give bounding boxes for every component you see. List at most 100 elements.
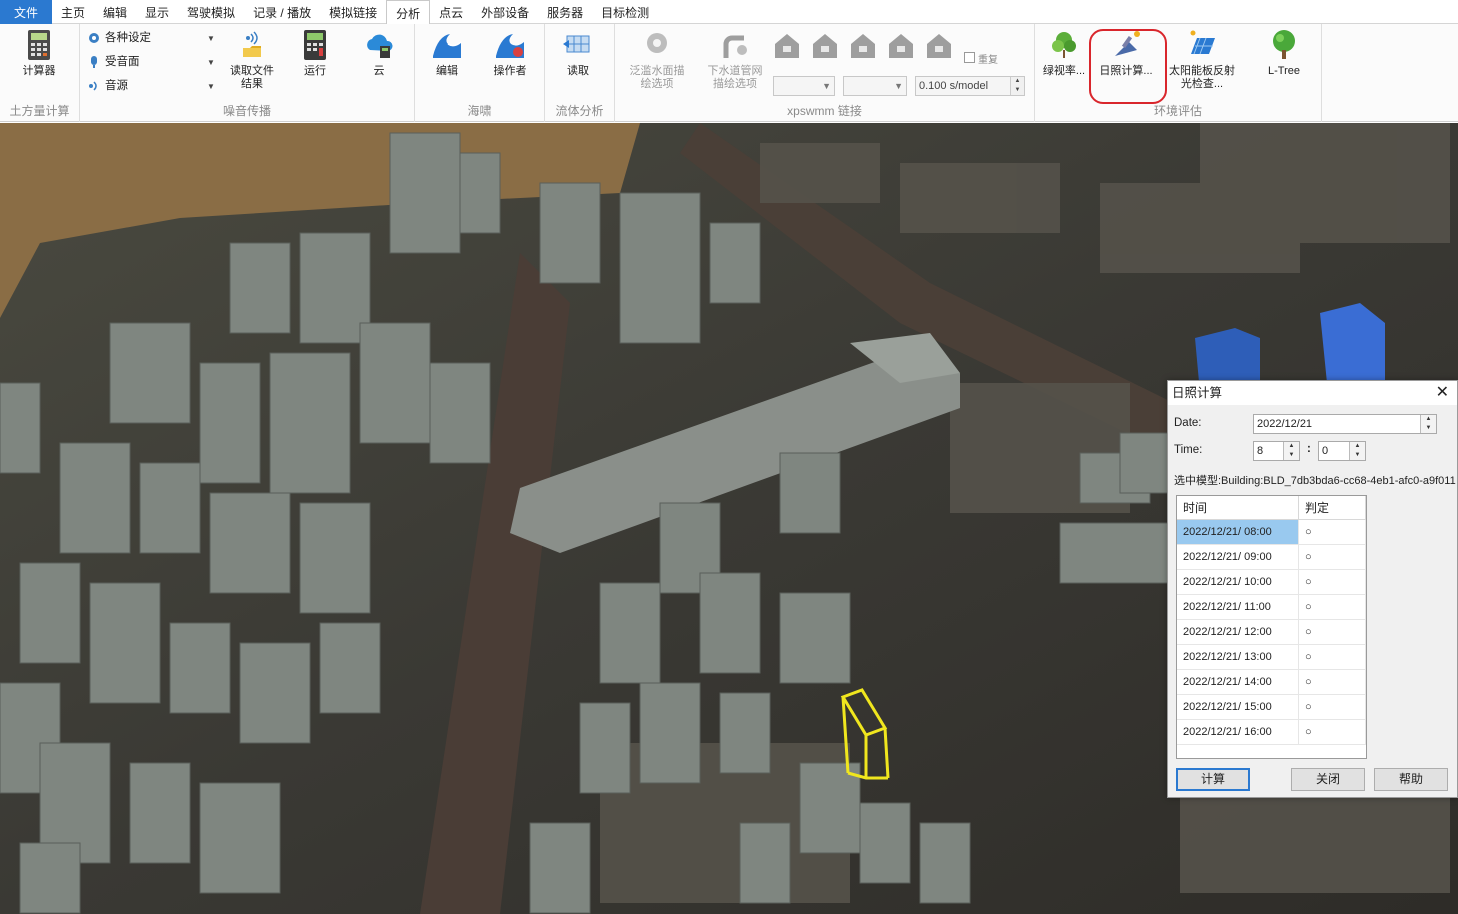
solar-panel-icon [1190,30,1215,55]
noise-source-button[interactable]: 音源 [87,76,128,96]
flood-area-label: 泛滥水面描 绘选项 [629,65,685,90]
menu-tab-detection[interactable]: 目标检测 [592,0,658,24]
cloud-icon [367,34,393,58]
table-row[interactable]: 2022/12/21/ 13:00 ○ [1177,645,1366,670]
speed-input[interactable]: 0.100 s/model ▲ ▼ [915,76,1025,96]
xpswmm-combo-2[interactable]: ▼ [843,76,907,96]
folder-sound-icon [243,31,261,57]
playback-icons [775,34,951,58]
table-row[interactable]: 2022/12/21/ 16:00 ○ [1177,720,1366,745]
time-label: Time: [1174,444,1203,456]
row-time: 2022/12/21/ 15:00 [1177,695,1299,719]
grid-header: 时间 判定 [1177,496,1366,520]
chevron-down-icon: ▼ [822,81,831,91]
selected-model-label: 选中模型:Building:BLD_7db3bda6-cc68-4eb1-afc… [1174,475,1456,487]
read-result-label: 读取文件 结果 [230,65,274,90]
menu-tab-sim-link[interactable]: 模拟链接 [320,0,386,24]
run-button[interactable]: 运行 [286,28,344,88]
hour-value: 8 [1257,445,1264,457]
chevron-down-icon[interactable]: ▼ [207,34,215,43]
menu-tab-pointcloud[interactable]: 点云 [430,0,472,24]
calculator-run-icon [304,30,326,60]
table-row[interactable]: 2022/12/21/ 14:00 ○ [1177,670,1366,695]
green-view-button[interactable]: 绿视率... [1035,28,1093,88]
hour-spinner-icon[interactable]: ▲ ▼ [1283,442,1299,460]
tsunami-edit-button[interactable]: 编辑 [418,28,476,88]
chevron-down-icon: ▼ [894,81,903,91]
date-label: Date: [1174,417,1202,429]
menu-tab-home[interactable]: 主页 [52,0,94,24]
row-result: ○ [1299,695,1366,719]
help-button[interactable]: 帮助 [1374,768,1448,791]
tsunami-operator-label: 操作者 [493,65,527,77]
row-time: 2022/12/21/ 09:00 [1177,545,1299,569]
row-time: 2022/12/21/ 11:00 [1177,595,1299,619]
group-label-fluid: 流体分析 [555,104,604,118]
date-spinner-icon[interactable]: ▲ ▼ [1420,415,1436,433]
repeat-checkbox[interactable] [964,52,975,63]
chevron-down-icon[interactable]: ▼ [207,58,215,67]
menu-tab-driving[interactable]: 驾驶模拟 [178,0,244,24]
menu-tab-display[interactable]: 显示 [136,0,178,24]
noise-settings-button[interactable]: 各种设定 [87,28,151,48]
group-environment: 绿视率... 日照计算... 太阳能板反射 光检查... L-Tree 环境评估 [1035,24,1322,122]
calculate-button[interactable]: 计算 [1176,768,1250,791]
sunlight-dialog: 日照计算 ✕ Date: 2022/12/21 ▲ ▼ Time: 8 ▲ ▼ : … [1167,380,1458,798]
sewer-network-button[interactable]: 下水道管网 描绘选项 [701,28,769,90]
row-time: 2022/12/21/ 12:00 [1177,620,1299,644]
chevron-down-icon[interactable]: ▼ [207,82,215,91]
table-row[interactable]: 2022/12/21/ 15:00 ○ [1177,695,1366,720]
table-row[interactable]: 2022/12/21/ 11:00 ○ [1177,595,1366,620]
row-time: 2022/12/21/ 10:00 [1177,570,1299,594]
cloud-button[interactable]: 云 [350,28,408,88]
close-icon[interactable]: ✕ [1436,381,1449,405]
ribbon: 计算器 土方量计算 各种设定 ▼ 受音面 ▼ 音源 ▼ 读取文件 结果 运行 云… [0,24,1458,122]
minute-field[interactable]: 0 ▲ ▼ [1318,441,1366,461]
menu-tab-record[interactable]: 记录 / 播放 [244,0,320,24]
group-noise: 各种设定 ▼ 受音面 ▼ 音源 ▼ 读取文件 结果 运行 云 噪音传播 [80,24,415,122]
menu-bar: 文件 主页 编辑 显示 驾驶模拟 记录 / 播放 模拟链接 分析 点云 外部设备… [0,0,1458,25]
fluid-grid-icon [563,35,590,53]
green-view-label: 绿视率... [1042,65,1086,77]
speed-value: 0.100 s/model [919,80,989,92]
xpswmm-combo-1[interactable]: ▼ [773,76,835,96]
menu-tab-analysis[interactable]: 分析 [386,0,431,25]
table-row[interactable]: 2022/12/21/ 09:00 ○ [1177,545,1366,570]
group-label-environment: 环境评估 [1153,104,1202,118]
row-result: ○ [1299,595,1366,619]
group-label-xpswmm: xpswmm 链接 [787,104,862,118]
plant-icon [1052,32,1076,58]
tsunami-operator-button[interactable]: 操作者 [481,28,539,88]
dialog-titlebar: 日照计算 ✕ [1168,381,1457,405]
repeat-label: 重复 [978,55,998,66]
noise-source-label: 音源 [105,80,128,92]
read-result-button[interactable]: 读取文件 结果 [223,28,281,90]
noise-receiver-button[interactable]: 受音面 [87,52,140,72]
close-button[interactable]: 关闭 [1291,768,1365,791]
time-separator: : [1307,443,1311,455]
table-row[interactable]: 2022/12/21/ 12:00 ○ [1177,620,1366,645]
group-label-earthwork: 土方量计算 [9,104,70,118]
date-field[interactable]: 2022/12/21 ▲ ▼ [1253,414,1437,434]
fluid-read-button[interactable]: 读取 [549,28,607,88]
menu-tab-devices[interactable]: 外部设备 [472,0,538,24]
row-result: ○ [1299,520,1366,544]
spinner-arrows-icon[interactable]: ▲ ▼ [1010,77,1024,95]
group-tsunami: 编辑 操作者 海啸 [415,24,545,122]
table-row[interactable]: 2022/12/21/ 10:00 ○ [1177,570,1366,595]
minute-spinner-icon[interactable]: ▲ ▼ [1349,442,1365,460]
table-row[interactable]: 2022/12/21/ 08:00 ○ [1177,520,1366,545]
solar-glare-button[interactable]: 太阳能板反射 光检查... [1167,28,1237,90]
column-header-time[interactable]: 时间 [1177,496,1299,519]
flood-area-button[interactable]: 泛滥水面描 绘选项 [623,28,691,90]
menu-tab-edit[interactable]: 编辑 [94,0,136,24]
hour-field[interactable]: 8 ▲ ▼ [1253,441,1300,461]
calculator-button[interactable]: 计算器 [10,28,68,88]
menu-tab-server[interactable]: 服务器 [538,0,592,24]
row-time: 2022/12/21/ 16:00 [1177,720,1299,744]
ltree-button[interactable]: L-Tree [1255,28,1313,88]
menu-tab-file[interactable]: 文件 [0,0,52,24]
sound-wave-icon [89,81,97,91]
column-header-result[interactable]: 判定 [1299,496,1366,519]
ltree-label: L-Tree [1268,65,1300,77]
